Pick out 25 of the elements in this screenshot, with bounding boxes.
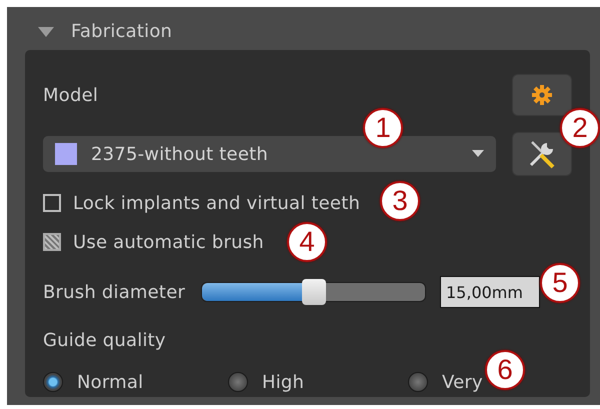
expanded-arrow-icon: [37, 24, 55, 38]
checkbox-option[interactable]: Use automatic brush: [43, 229, 264, 255]
model-label: Model: [43, 84, 98, 106]
radio-button[interactable]: [43, 372, 63, 392]
tools-button[interactable]: [512, 132, 572, 176]
collapse-toggle[interactable]: [37, 24, 55, 38]
radio-option[interactable]: Very: [408, 372, 483, 392]
checkbox[interactable]: [43, 194, 61, 212]
dropdown-caret-icon: [472, 150, 484, 158]
brush-value-field[interactable]: 15,00mm: [440, 276, 540, 308]
tools-icon: [527, 139, 557, 169]
radio-button[interactable]: [228, 372, 248, 392]
settings-icon: [531, 84, 553, 106]
radio-option[interactable]: Normal: [43, 372, 144, 392]
checkbox-option[interactable]: Lock implants and virtual teeth: [43, 190, 360, 216]
slider-track[interactable]: [201, 282, 426, 302]
radio-button[interactable]: [408, 372, 428, 392]
model-dropdown[interactable]: 2375-without teeth: [43, 136, 496, 172]
radio-option[interactable]: High: [228, 372, 304, 392]
settings-button[interactable]: [512, 74, 572, 116]
slider-thumb[interactable]: [302, 279, 326, 305]
checkbox[interactable]: [43, 233, 61, 251]
guide-quality-label: Guide quality: [43, 330, 166, 350]
section-title: Fabrication: [71, 21, 172, 42]
brush-diameter-label: Brush diameter: [43, 282, 186, 302]
